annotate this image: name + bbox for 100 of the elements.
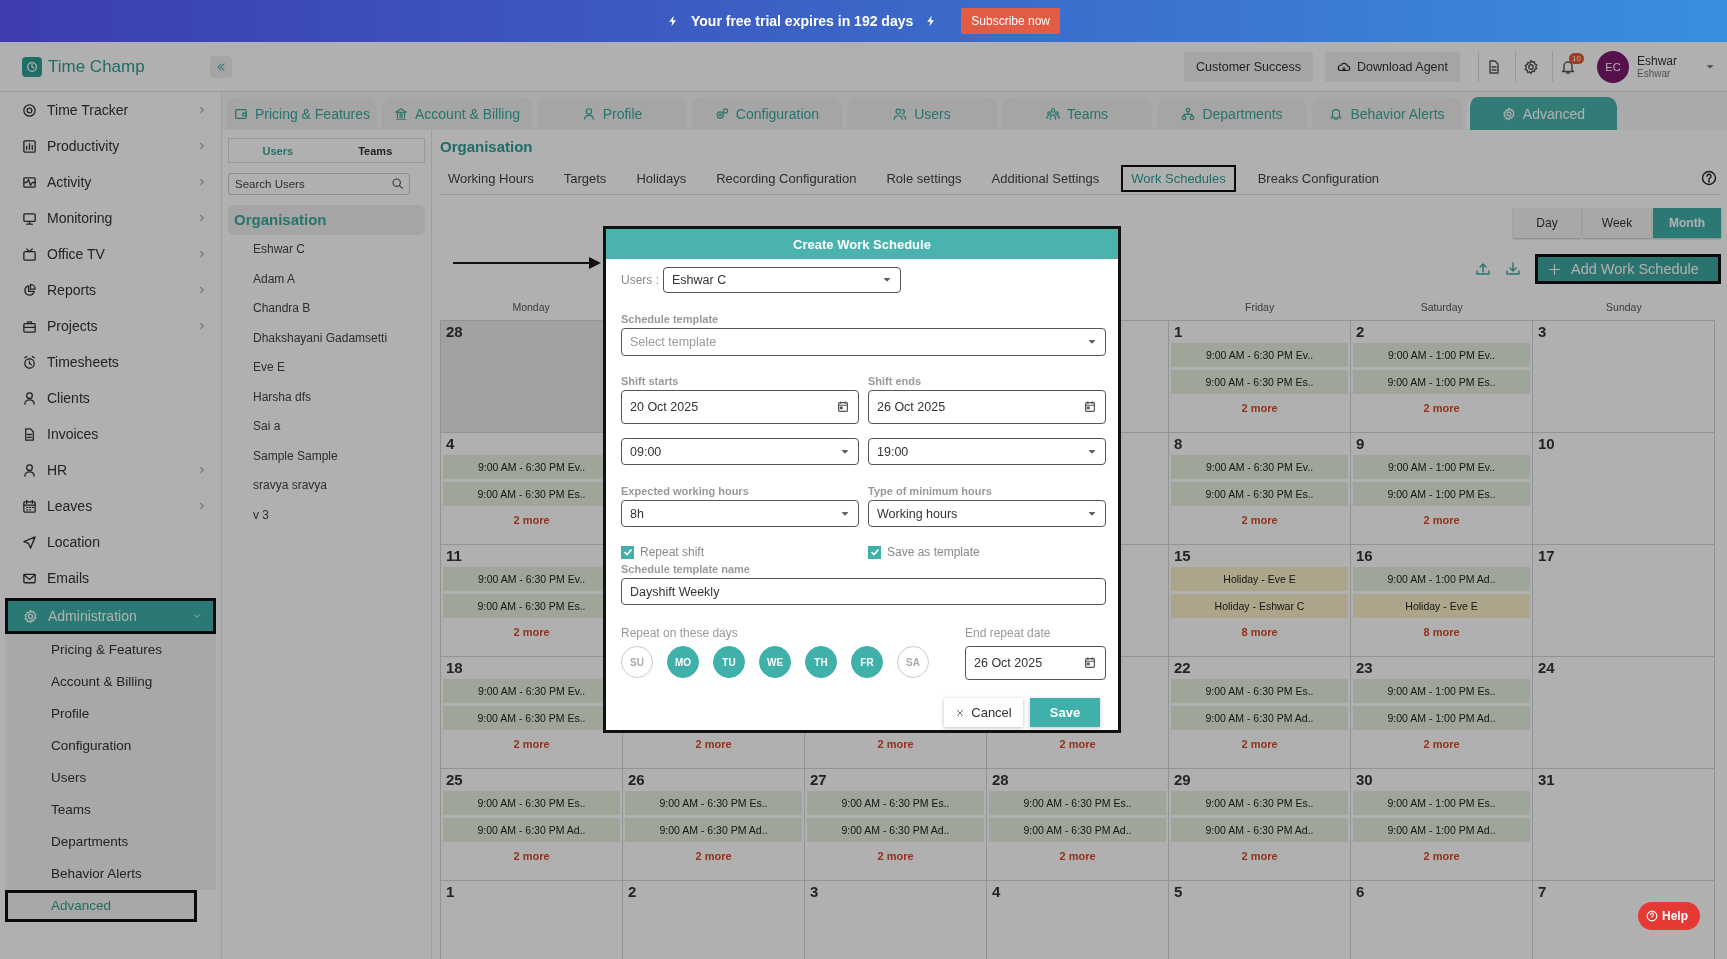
calendar-cell[interactable]: 29 9:00 AM - 6:30 PM Es.. 9:00 AM - 6:30 PM Ad.. 2 more <box>1169 769 1351 880</box>
help-button[interactable]: Help <box>1638 902 1700 930</box>
sidebar-item[interactable]: Productivity <box>0 128 221 164</box>
more-link[interactable]: 2 more <box>1241 402 1278 414</box>
user-list-item[interactable]: Eshwar C <box>228 235 425 265</box>
shift-event[interactable]: 9:00 AM - 6:30 PM Ad.. <box>625 818 802 842</box>
more-link[interactable]: 2 more <box>513 626 550 638</box>
calendar-cell[interactable]: 3 <box>805 881 987 959</box>
user-select[interactable]: Eshwar C <box>663 267 901 293</box>
sidebar-item[interactable]: Activity <box>0 164 221 200</box>
shift-event[interactable]: 9:00 AM - 6:30 PM Ev.. <box>1171 455 1348 479</box>
time-select[interactable]: 19:00 <box>868 438 1106 465</box>
calendar-cell[interactable]: 4 <box>987 881 1169 959</box>
shift-event[interactable]: 9:00 AM - 6:30 PM Es.. <box>1171 482 1348 506</box>
user-list-item[interactable]: Dhakshayani Gadamsetti <box>228 323 425 353</box>
sidebar-subitem[interactable]: Account & Billing <box>5 666 216 698</box>
shift-event[interactable]: 9:00 AM - 6:30 PM Es.. <box>807 791 984 815</box>
shift-event[interactable]: 9:00 AM - 1:00 PM Ad.. <box>1353 818 1530 842</box>
sub-tab[interactable]: Targets <box>555 166 615 190</box>
holiday-event[interactable]: Holiday - Eve E <box>1353 594 1530 618</box>
sidebar-item[interactable]: Projects <box>0 308 221 344</box>
subscribe-button[interactable]: Subscribe now <box>961 8 1060 34</box>
shift-event[interactable]: 9:00 AM - 6:30 PM Ad.. <box>989 818 1166 842</box>
date-field[interactable]: 26 Oct 2025 <box>965 646 1106 680</box>
more-link[interactable]: 2 more <box>1423 402 1460 414</box>
calendar-cell[interactable]: 23 9:00 AM - 1:00 PM Es.. 9:00 AM - 1:00 PM Ad.. 2 more <box>1351 657 1533 768</box>
shift-event[interactable]: 9:00 AM - 1:00 PM Es.. <box>1353 679 1530 703</box>
calendar-cell[interactable]: 5 <box>1169 881 1351 959</box>
shift-event[interactable]: 9:00 AM - 1:00 PM Es.. <box>1353 482 1530 506</box>
date-field[interactable]: 26 Oct 2025 <box>868 390 1106 424</box>
date-field[interactable]: 20 Oct 2025 <box>621 390 859 424</box>
shift-event[interactable]: 9:00 AM - 6:30 PM Ad.. <box>807 818 984 842</box>
more-link[interactable]: 2 more <box>1241 738 1278 750</box>
calendar-cell[interactable]: 17 <box>1533 545 1715 656</box>
more-link[interactable]: 2 more <box>695 850 732 862</box>
user-list-item[interactable]: v 3 <box>228 500 425 530</box>
more-link[interactable]: 2 more <box>1241 514 1278 526</box>
template-name-field[interactable]: Dayshift Weekly <box>621 578 1106 605</box>
calendar-cell[interactable]: 16 9:00 AM - 1:00 PM Ad.. Holiday - Eve E 8 more <box>1351 545 1533 656</box>
more-link[interactable]: 2 more <box>695 738 732 750</box>
shift-event[interactable]: 9:00 AM - 6:30 PM Ad.. <box>1171 706 1348 730</box>
sidebar-subitem[interactable]: Users <box>5 762 216 794</box>
sidebar-item[interactable]: Location <box>0 524 221 560</box>
shift-event[interactable]: 9:00 AM - 6:30 PM Es.. <box>1171 679 1348 703</box>
view-toggle[interactable]: Teams <box>326 139 424 162</box>
customer-success-button[interactable]: Customer Success <box>1184 51 1313 82</box>
more-link[interactable]: 2 more <box>877 738 914 750</box>
sidebar-subitem[interactable]: Behavior Alerts <box>5 858 216 890</box>
calendar-cell[interactable]: 26 9:00 AM - 6:30 PM Es.. 9:00 AM - 6:30 PM Ad.. 2 more <box>623 769 805 880</box>
more-link[interactable]: 2 more <box>1423 850 1460 862</box>
calendar-cell[interactable]: 28 9:00 AM - 6:30 PM Es.. 9:00 AM - 6:30 PM Ad.. 2 more <box>987 769 1169 880</box>
calendar-cell[interactable]: 2 <box>623 881 805 959</box>
checkbox[interactable] <box>621 545 634 559</box>
sidebar-item[interactable]: Invoices <box>0 416 221 452</box>
hours-type-select[interactable]: Working hours <box>868 500 1106 527</box>
calendar-cell[interactable]: 1 <box>441 881 623 959</box>
sidebar-item[interactable]: Leaves <box>0 488 221 524</box>
shift-event[interactable]: 9:00 AM - 6:30 PM Es.. <box>443 791 620 815</box>
user-list-item[interactable]: Eve E <box>228 353 425 383</box>
shift-event[interactable]: 9:00 AM - 1:00 PM Ad.. <box>1353 567 1530 591</box>
holiday-event[interactable]: Holiday - Eshwar C <box>1171 594 1348 618</box>
shift-event[interactable]: 9:00 AM - 1:00 PM Ev.. <box>1353 455 1530 479</box>
shift-event[interactable]: 9:00 AM - 6:30 PM Es.. <box>1171 791 1348 815</box>
sidebar-item[interactable]: Timesheets <box>0 344 221 380</box>
user-list-item[interactable]: Chandra B <box>228 294 425 324</box>
calendar-cell[interactable]: 9 9:00 AM - 1:00 PM Ev.. 9:00 AM - 1:00 PM Es.. 2 more <box>1351 433 1533 544</box>
sidebar-item[interactable]: HR <box>0 452 221 488</box>
sidebar-item[interactable]: Reports <box>0 272 221 308</box>
collapse-button[interactable] <box>210 55 232 78</box>
sidebar-subitem[interactable]: Pricing & Features <box>5 634 216 666</box>
sub-tab[interactable]: Recording Configuration <box>708 166 865 190</box>
shift-event[interactable]: 9:00 AM - 6:30 PM Es.. <box>625 791 802 815</box>
shift-event[interactable]: 9:00 AM - 6:30 PM Ad.. <box>443 818 620 842</box>
user-list-item[interactable]: Sample Sample <box>228 441 425 471</box>
more-link[interactable]: 2 more <box>1059 738 1096 750</box>
sidebar-subitem[interactable]: Profile <box>5 698 216 730</box>
shift-event[interactable]: 9:00 AM - 6:30 PM Ev.. <box>1171 343 1348 367</box>
shift-event[interactable]: 9:00 AM - 1:00 PM Ev.. <box>1353 343 1530 367</box>
calendar-cell[interactable]: 8 9:00 AM - 6:30 PM Ev.. 9:00 AM - 6:30 PM Es.. 2 more <box>1169 433 1351 544</box>
more-link[interactable]: 2 more <box>513 514 550 526</box>
sub-tab[interactable]: Additional Settings <box>983 166 1108 190</box>
more-link[interactable]: 8 more <box>1423 626 1460 638</box>
user-list-item[interactable]: Harsha dfs <box>228 382 425 412</box>
shift-event[interactable]: 9:00 AM - 6:30 PM Es.. <box>1171 370 1348 394</box>
calendar-cell[interactable]: 27 9:00 AM - 6:30 PM Es.. 9:00 AM - 6:30 PM Ad.. 2 more <box>805 769 987 880</box>
more-link[interactable]: 2 more <box>877 850 914 862</box>
shift-event[interactable]: 9:00 AM - 6:30 PM Es.. <box>989 791 1166 815</box>
sidebar-item[interactable]: Emails <box>0 560 221 596</box>
cancel-button[interactable]: Cancel <box>944 698 1023 727</box>
calendar-cell[interactable]: 10 <box>1533 433 1715 544</box>
shift-event[interactable]: 9:00 AM - 1:00 PM Es.. <box>1353 791 1530 815</box>
calendar-cell[interactable]: 2 9:00 AM - 1:00 PM Ev.. 9:00 AM - 1:00 PM Es.. 2 more <box>1351 321 1533 432</box>
more-link[interactable]: 2 more <box>513 850 550 862</box>
calendar-cell[interactable]: 22 9:00 AM - 6:30 PM Es.. 9:00 AM - 6:30 PM Ad.. 2 more <box>1169 657 1351 768</box>
view-button[interactable]: Day <box>1513 208 1581 238</box>
sidebar-item[interactable]: Monitoring <box>0 200 221 236</box>
more-link[interactable]: 2 more <box>513 738 550 750</box>
user-list-item[interactable]: Sai a <box>228 412 425 442</box>
more-link[interactable]: 2 more <box>1423 514 1460 526</box>
sub-tab[interactable]: Holidays <box>628 166 695 190</box>
